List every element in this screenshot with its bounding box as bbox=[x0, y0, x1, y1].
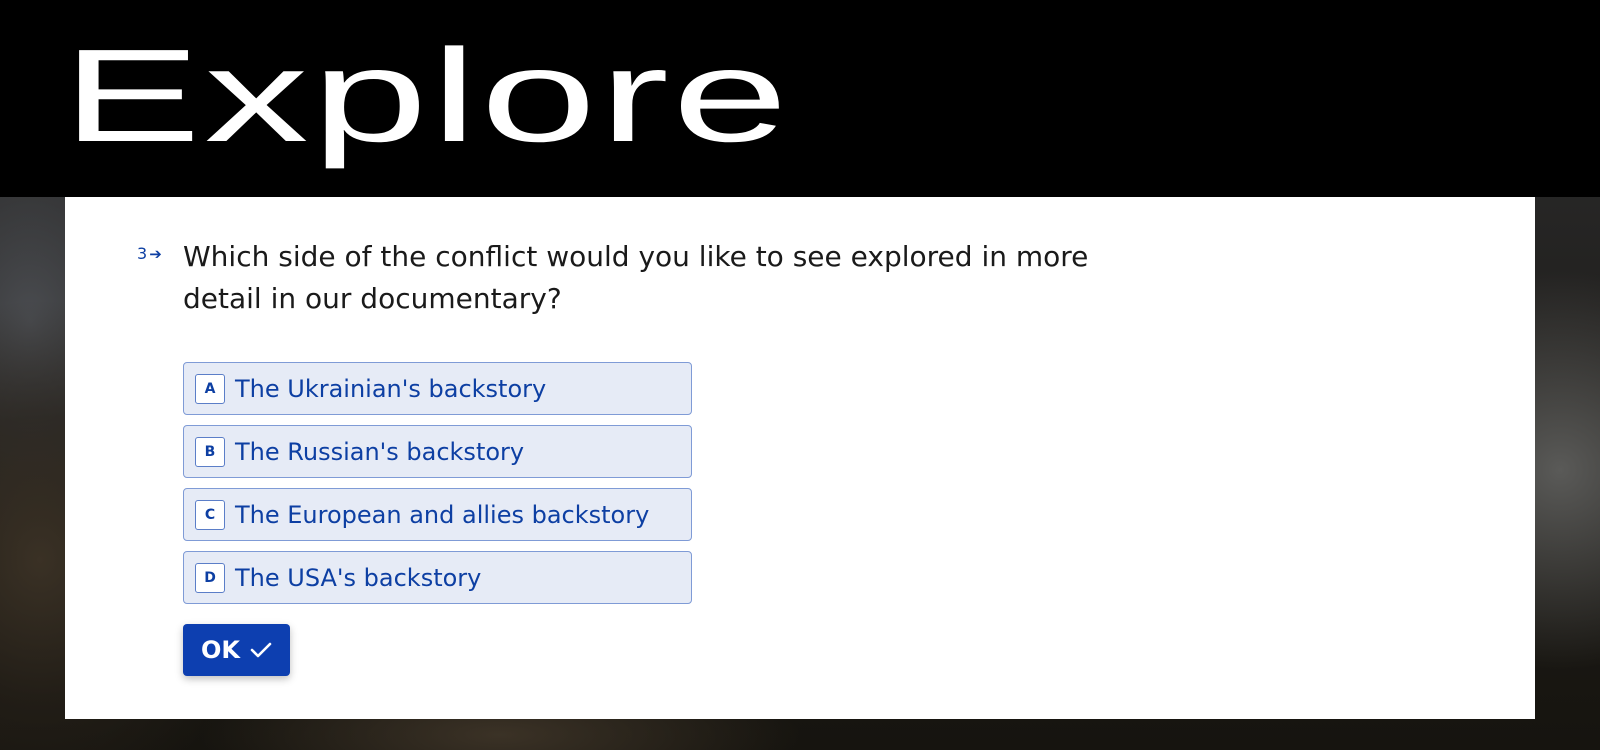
option-b[interactable]: B The Russian's backstory bbox=[183, 425, 692, 478]
option-a[interactable]: A The Ukrainian's backstory bbox=[183, 362, 692, 415]
question-number-label: 3 bbox=[137, 244, 148, 263]
option-label: The Ukrainian's backstory bbox=[235, 374, 547, 403]
option-key: C bbox=[195, 499, 225, 530]
check-icon bbox=[250, 641, 272, 659]
question-text: Which side of the conflict would you lik… bbox=[183, 240, 1089, 315]
option-c[interactable]: C The European and allies backstory bbox=[183, 488, 692, 541]
option-label: The Russian's backstory bbox=[235, 437, 525, 466]
question-card: 3 ➔ Which side of the conflict would you… bbox=[65, 197, 1535, 719]
option-d[interactable]: D The USA's backstory bbox=[183, 551, 692, 604]
ok-button-label: OK bbox=[201, 636, 240, 664]
answer-options: A The Ukrainian's backstory B The Russia… bbox=[183, 362, 692, 614]
option-label: The European and allies backstory bbox=[235, 500, 650, 529]
option-key: B bbox=[195, 436, 225, 467]
arrow-right-icon: ➔ bbox=[149, 244, 162, 263]
question-number: 3 ➔ bbox=[137, 244, 162, 263]
ok-button[interactable]: OK bbox=[183, 624, 290, 676]
option-key: D bbox=[195, 562, 225, 593]
option-key: A bbox=[195, 373, 225, 404]
option-label: The USA's backstory bbox=[235, 563, 482, 592]
page-title: Explore bbox=[62, 22, 792, 169]
page-header: Explore bbox=[0, 0, 1600, 197]
